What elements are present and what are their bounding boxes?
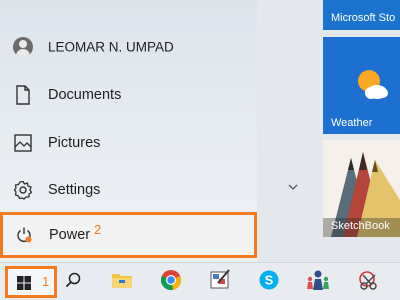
menu-item-settings[interactable]: Settings [0,167,257,213]
document-icon [12,84,34,106]
chrome-button[interactable] [155,266,187,298]
tile-sketchbook[interactable]: SketchBook [323,140,400,237]
tile-microsoft-store-label: Microsoft Sto [331,12,396,24]
step-number-2: 2 [94,222,102,237]
file-explorer-icon [111,271,133,294]
menu-item-power-label: Power [49,227,91,243]
chevron-down-icon[interactable] [287,180,299,192]
step-number-1: 1 [42,274,50,289]
power-icon [13,224,35,246]
skype-button[interactable]: S [253,266,285,298]
search-icon [65,272,81,293]
file-explorer-button[interactable] [106,266,138,298]
menu-item-pictures[interactable]: Pictures [0,120,257,166]
start-button[interactable]: 1 [5,266,57,298]
user-account-item[interactable]: LEOMAR N. UMPAD [0,24,257,70]
menu-item-settings-label: Settings [48,182,101,198]
menu-item-power[interactable]: Power 2 [0,212,257,258]
snipping-tool-icon [357,269,381,296]
svg-text:S: S [265,272,274,287]
meeting-app-icon [306,269,330,296]
snipping-tool-button[interactable] [353,266,385,298]
tile-weather-label: Weather [331,117,373,129]
skype-icon: S [258,269,280,296]
menu-item-pictures-label: Pictures [48,135,101,151]
search-button[interactable] [57,266,89,298]
tile-weather[interactable]: Weather [323,37,400,134]
user-name: LEOMAR N. UMPAD [48,39,174,55]
picture-icon [12,132,34,154]
menu-item-documents[interactable]: Documents [0,72,257,118]
weather-sun-cloud-icon [353,67,393,108]
tile-microsoft-store[interactable]: Microsoft Sto [323,0,400,30]
menu-item-documents-label: Documents [48,87,122,103]
tile-sketchbook-label: SketchBook [331,220,390,232]
chrome-icon [160,269,182,296]
user-avatar-icon [12,36,34,58]
paint-app-button[interactable] [204,266,236,298]
taskbar: 1 S [0,262,400,300]
gear-icon [12,179,34,201]
meeting-app-button[interactable] [302,266,334,298]
windows-start-icon [17,276,31,295]
paint-app-icon [209,268,231,296]
